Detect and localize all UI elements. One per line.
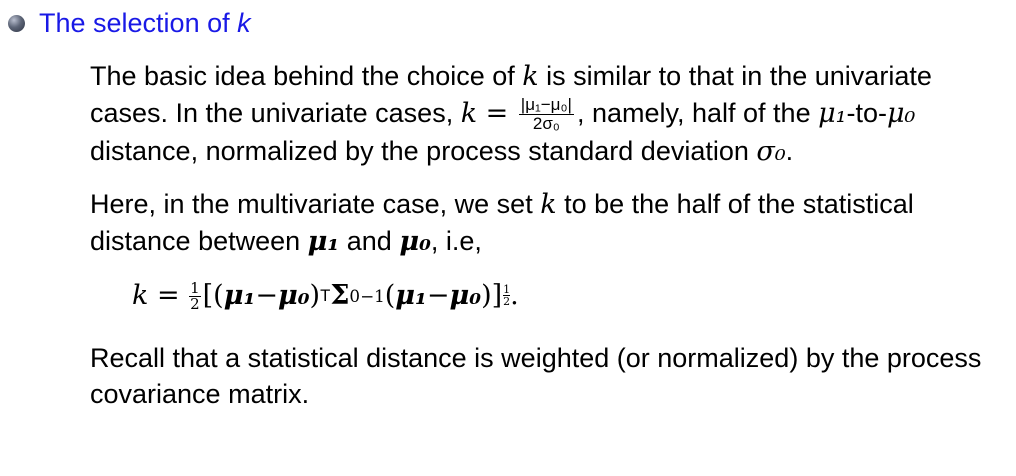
slide: The selection of k The basic idea behind… bbox=[0, 0, 1016, 476]
equation-lhs: k = bbox=[132, 280, 180, 312]
heading-text: The selection of bbox=[39, 7, 238, 38]
equation-paren-open: ( bbox=[384, 280, 396, 312]
exponent-one-half: 12 bbox=[503, 284, 511, 309]
fraction-denominator: 2 bbox=[190, 294, 200, 313]
math-sigma0: σ₀ bbox=[756, 136, 786, 168]
math-k: k bbox=[540, 189, 557, 221]
section-heading: The selection of k bbox=[39, 7, 251, 38]
math-k-equals: k = bbox=[460, 98, 509, 129]
math-bold-mu0: μ₀ bbox=[449, 280, 482, 312]
display-equation: k = 1 2[(μ₁ − μ₀) T Σ 0 −1(μ₁ − μ₀)] 1 2. bbox=[132, 278, 519, 313]
paragraph-recall: Recall that a statistical distance is we… bbox=[90, 343, 982, 410]
fraction-denominator: 2σ₀ bbox=[532, 114, 560, 134]
math-mu0: μ₀ bbox=[886, 98, 916, 129]
equation-period: . bbox=[510, 280, 519, 312]
equation-minus: − bbox=[255, 280, 278, 312]
text-segment: distance, normalized by the process stan… bbox=[90, 136, 757, 167]
text-segment: , namely, half of the bbox=[576, 98, 819, 128]
text-segment: . bbox=[785, 136, 794, 167]
math-k: k bbox=[522, 61, 539, 92]
math-bold-sigma: Σ bbox=[330, 280, 350, 312]
math-bold-mu1: μ₁ bbox=[395, 280, 427, 312]
paragraph-multivariate: Here, in the multivariate case, we set k… bbox=[90, 186, 1010, 260]
fraction-numerator: |μ₁−μ₀| bbox=[518, 95, 574, 116]
fraction-univariate-k: |μ₁−μ₀| 2σ₀ bbox=[518, 95, 574, 134]
text-segment: -to- bbox=[846, 98, 887, 128]
text-segment: and bbox=[339, 226, 400, 257]
equation-bracket-close: )] bbox=[481, 280, 503, 312]
equation-bracket-open: [( bbox=[202, 280, 224, 312]
math-bold-mu1: μ₁ bbox=[307, 226, 340, 258]
math-bold-mu0: μ₀ bbox=[277, 280, 310, 312]
heading-variable: k bbox=[237, 7, 251, 38]
fraction-one-half: 12 bbox=[189, 280, 201, 313]
paragraph-univariate: The basic idea behind the choice of k is… bbox=[90, 58, 1010, 170]
text-segment: The basic idea behind the choice of bbox=[90, 61, 523, 91]
fraction-denominator: 2 bbox=[503, 295, 511, 309]
bullet-ball-icon bbox=[8, 14, 25, 32]
math-mu1: μ₁ bbox=[818, 98, 847, 129]
text-segment: , i.e, bbox=[430, 226, 482, 257]
slide-body: The basic idea behind the choice of k is… bbox=[90, 58, 1010, 412]
math-bold-mu1: μ₁ bbox=[223, 280, 256, 312]
equation-paren-close: ) bbox=[309, 280, 321, 312]
math-bold-mu0: μ₀ bbox=[399, 226, 431, 258]
text-segment: Here, in the multivariate case, we set bbox=[90, 189, 541, 220]
section-heading-row: The selection of k bbox=[8, 4, 251, 42]
equation-minus: − bbox=[426, 280, 450, 312]
